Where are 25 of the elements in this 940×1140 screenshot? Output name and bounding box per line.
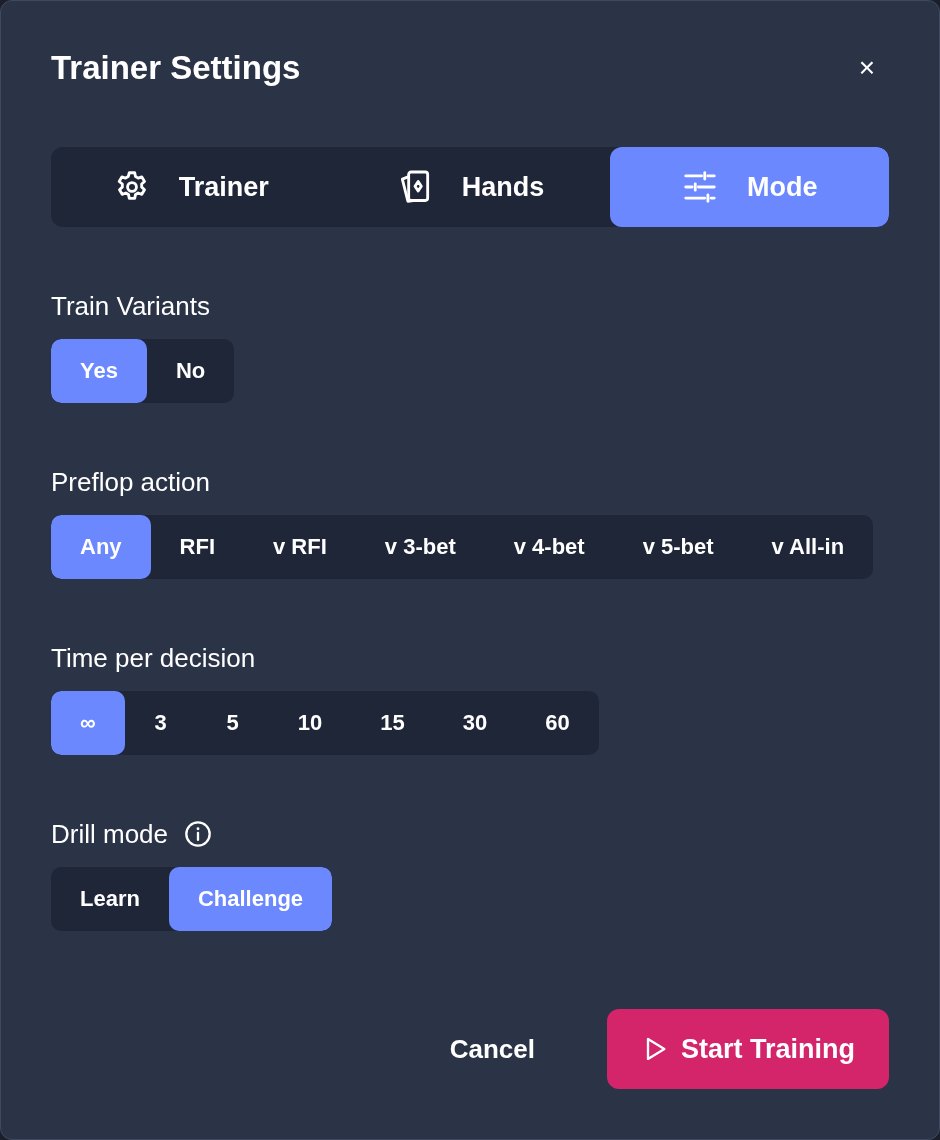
info-icon[interactable] bbox=[184, 820, 213, 848]
option-button[interactable]: 15 bbox=[351, 691, 434, 755]
option-button[interactable]: Learn bbox=[51, 867, 169, 931]
tab[interactable]: Hands bbox=[330, 147, 610, 227]
option-button[interactable]: 60 bbox=[516, 691, 599, 755]
option-button[interactable]: 3 bbox=[124, 691, 197, 755]
section-label: Preflop action bbox=[51, 466, 210, 498]
option-button[interactable]: 30 bbox=[433, 691, 517, 755]
option-button[interactable]: v All-in bbox=[742, 515, 874, 579]
option-button[interactable]: 10 bbox=[268, 691, 352, 755]
option-button[interactable]: v 5-bet bbox=[613, 515, 743, 579]
section-label: Time per decision bbox=[51, 642, 256, 674]
option-button[interactable]: v 3-bet bbox=[355, 515, 485, 579]
section-label: Train Variants bbox=[51, 290, 210, 322]
tab[interactable]: Trainer bbox=[51, 147, 331, 227]
cancel-button[interactable]: Cancel bbox=[443, 1032, 541, 1066]
close-button[interactable]: × bbox=[844, 52, 889, 84]
section-label: Drill mode bbox=[51, 818, 169, 850]
option-button[interactable]: 5 bbox=[196, 691, 269, 755]
option-button[interactable]: v 4-bet bbox=[484, 515, 614, 579]
option-button[interactable]: No bbox=[146, 339, 235, 403]
dialog-title: Trainer Settings bbox=[51, 49, 301, 87]
start-training-button[interactable]: Start Training bbox=[606, 1009, 889, 1089]
option-button[interactable]: v RFI bbox=[244, 515, 356, 579]
option-button[interactable]: RFI bbox=[150, 515, 244, 579]
